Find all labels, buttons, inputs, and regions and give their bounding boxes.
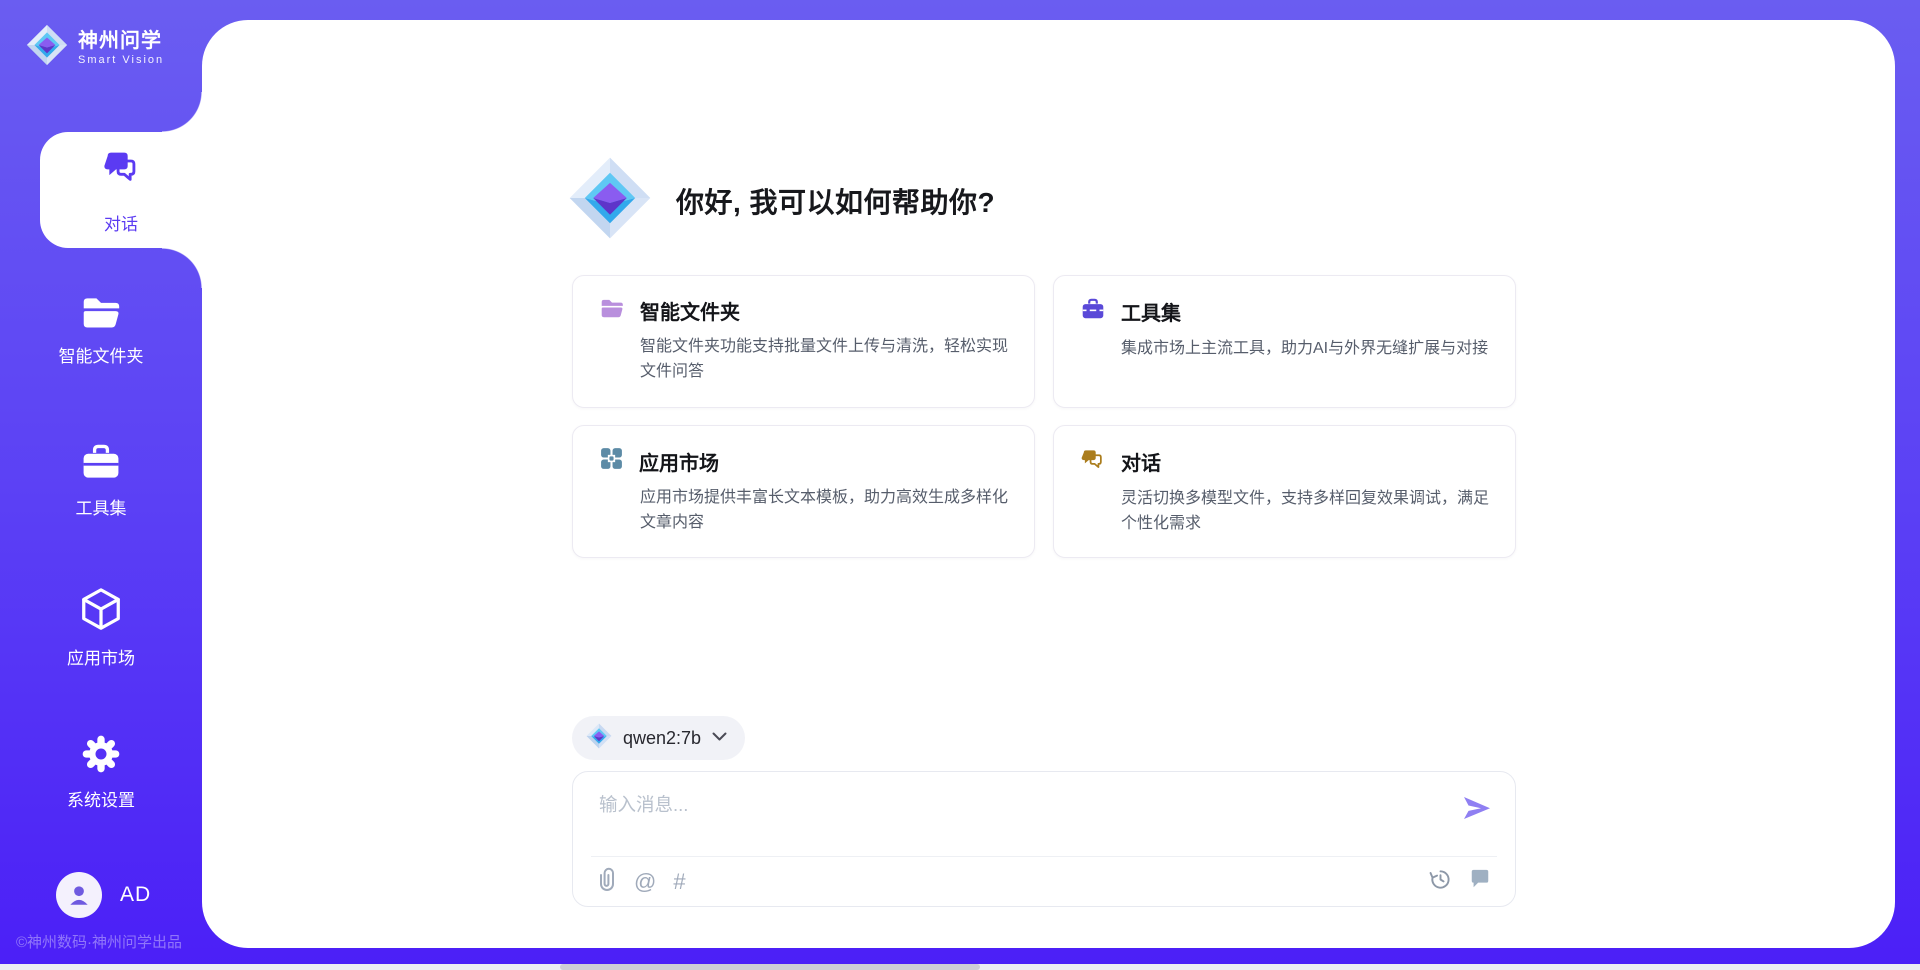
card-description: 灵活切换多模型文件，支持多样回复效果调试，满足个性化需求 [1121, 487, 1489, 537]
message-composer: 输入消息... @ # [572, 771, 1516, 907]
sidebar-item-label: 智能文件夹 [0, 342, 202, 367]
avatar [56, 872, 102, 918]
model-selector[interactable]: qwen2:7b [572, 716, 745, 760]
scrollbar-thumb[interactable] [560, 964, 980, 970]
brand-diamond-icon [586, 723, 612, 754]
cube-icon [0, 586, 202, 634]
card-title: 智能文件夹 [640, 296, 740, 325]
toolbox-icon [1080, 296, 1106, 327]
sidebar-item-toolset[interactable]: 工具集 [0, 440, 202, 519]
brand-diamond-icon [26, 24, 68, 71]
paperclip-icon[interactable] [597, 867, 617, 896]
sidebar: 神州问学 Smart Vision 对话 智能文件夹 [0, 0, 202, 970]
app-window: 神州问学 Smart Vision 对话 智能文件夹 [0, 0, 1920, 970]
user-name: AD [120, 883, 151, 907]
card-chat[interactable]: 对话 灵活切换多模型文件，支持多样回复效果调试，满足个性化需求 [1053, 425, 1516, 558]
message-input[interactable]: 输入消息... [599, 791, 1435, 817]
brand-diamond-icon [568, 156, 652, 245]
app-subtitle: Smart Vision [78, 54, 164, 66]
feature-cards: 智能文件夹 智能文件夹功能支持批量文件上传与清洗，轻松实现文件问答 [572, 275, 1516, 558]
card-toolset[interactable]: 工具集 集成市场上主流工具，助力AI与外界无缝扩展与对接 [1053, 275, 1516, 408]
copyright-text: ©神州数码·神州问学出品 [16, 931, 182, 952]
app-logo: 神州问学 Smart Vision [26, 24, 164, 71]
greeting-text: 你好, 我可以如何帮助你? [676, 181, 995, 221]
sidebar-item-chat[interactable]: 对话 [40, 132, 202, 248]
send-icon[interactable] [1461, 796, 1491, 825]
chat-icon [1080, 446, 1106, 477]
card-title: 工具集 [1121, 297, 1181, 326]
card-title: 应用市场 [639, 447, 719, 476]
sidebar-item-label: 工具集 [0, 494, 202, 519]
gear-icon [0, 732, 202, 776]
greeting: 你好, 我可以如何帮助你? [568, 156, 995, 245]
sidebar-item-settings[interactable]: 系统设置 [0, 732, 202, 811]
card-title: 对话 [1121, 447, 1161, 476]
at-sign-icon[interactable]: @ [634, 871, 656, 893]
sidebar-item-label: 系统设置 [0, 786, 202, 811]
horizontal-scrollbar [0, 964, 1920, 970]
folder-icon [0, 292, 202, 332]
folder-icon [599, 296, 625, 325]
user-account[interactable]: AD [56, 872, 151, 918]
sidebar-item-app-market[interactable]: 应用市场 [0, 586, 202, 669]
app-title: 神州问学 [78, 30, 162, 52]
apps-grid-icon [599, 446, 624, 476]
card-description: 智能文件夹功能支持批量文件上传与清洗，轻松实现文件问答 [640, 335, 1008, 385]
sidebar-item-label: 应用市场 [0, 644, 202, 669]
sidebar-curve-bottom [162, 248, 202, 288]
card-smart-folder[interactable]: 智能文件夹 智能文件夹功能支持批量文件上传与清洗，轻松实现文件问答 [572, 275, 1035, 408]
sidebar-item-smart-folder[interactable]: 智能文件夹 [0, 292, 202, 367]
chevron-down-icon [712, 729, 727, 747]
card-description: 应用市场提供丰富长文本模板，助力高效生成多样化文章内容 [640, 486, 1008, 536]
card-app-market[interactable]: 应用市场 应用市场提供丰富长文本模板，助力高效生成多样化文章内容 [572, 425, 1035, 558]
chat-icon [101, 146, 141, 191]
chat-bubble-icon[interactable] [1469, 868, 1491, 895]
main-panel: 你好, 我可以如何帮助你? 智能文件夹 智能文件夹功能支持批量文件上传与清洗，轻… [202, 20, 1895, 948]
toolbox-icon [0, 440, 202, 484]
card-description: 集成市场上主流工具，助力AI与外界无缝扩展与对接 [1121, 337, 1489, 362]
composer-toolbar: @ # [573, 857, 1515, 906]
history-icon[interactable] [1429, 868, 1452, 896]
model-name: qwen2:7b [623, 728, 701, 749]
sidebar-item-label: 对话 [104, 210, 138, 235]
sidebar-curve-top [162, 92, 202, 132]
hash-icon[interactable]: # [673, 871, 685, 893]
